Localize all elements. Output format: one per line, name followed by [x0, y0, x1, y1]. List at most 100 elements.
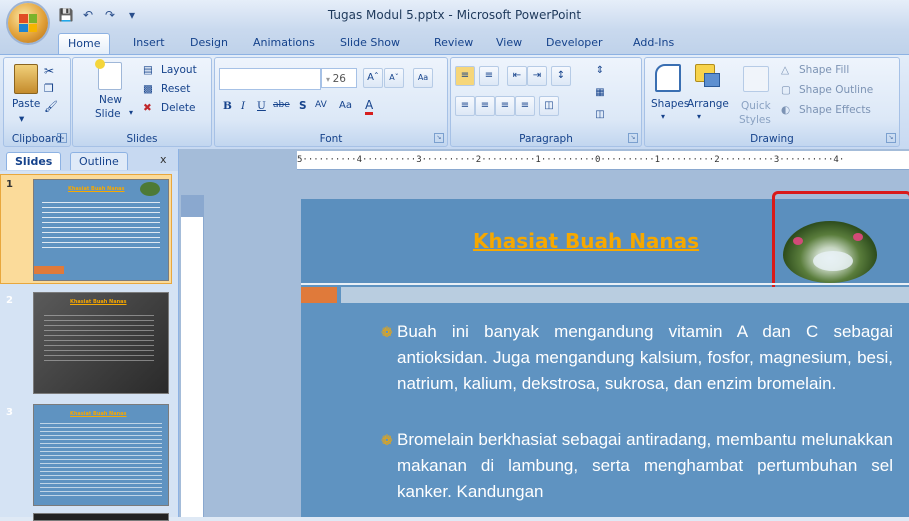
- slide-title[interactable]: Khasiat Buah Nanas: [473, 229, 699, 253]
- quick-styles-label-2[interactable]: Styles: [739, 114, 771, 126]
- columns-icon[interactable]: ◫: [539, 96, 559, 116]
- vertical-ruler-margin: [181, 195, 203, 217]
- decrease-indent-icon[interactable]: ⇤: [507, 66, 527, 86]
- paragraph-launcher-icon[interactable]: ↘: [628, 133, 638, 143]
- strikethrough-button[interactable]: abe: [273, 100, 290, 110]
- image-highlight-box: [772, 191, 909, 294]
- pane-tabs: Slides Outline x: [0, 149, 178, 171]
- align-text-icon[interactable]: ▦: [591, 84, 609, 102]
- thumb-text-lines: [44, 315, 154, 365]
- copy-icon[interactable]: ❐: [44, 82, 54, 95]
- font-launcher-icon[interactable]: ↘: [434, 133, 444, 143]
- numbering-icon[interactable]: ≡: [479, 66, 499, 86]
- tab-review[interactable]: Review: [434, 36, 473, 49]
- new-slide-label[interactable]: New: [99, 94, 122, 106]
- tab-slide-show[interactable]: Slide Show: [340, 36, 400, 49]
- paste-dropdown-icon[interactable]: ▾: [19, 113, 24, 125]
- delete-icon[interactable]: ✖: [143, 102, 152, 114]
- bold-button[interactable]: B: [223, 100, 232, 112]
- thumb-text-lines: [42, 202, 160, 250]
- layout-icon[interactable]: ▤: [143, 64, 153, 76]
- reset-button[interactable]: Reset: [161, 83, 190, 95]
- slide-light-bar: [341, 287, 909, 303]
- slide-thumbnail-2[interactable]: Khasiat Buah Nanas: [33, 292, 169, 394]
- cut-icon[interactable]: ✂: [44, 64, 54, 78]
- shape-effects-icon[interactable]: ◐: [781, 104, 790, 116]
- bullet-icon: ❁: [381, 433, 393, 449]
- italic-button[interactable]: I: [241, 100, 245, 112]
- new-slide-icon[interactable]: [95, 59, 122, 90]
- arrange-dropdown-icon[interactable]: ▾: [697, 112, 701, 121]
- increase-indent-icon[interactable]: ⇥: [527, 66, 547, 86]
- layout-button[interactable]: Layout: [161, 64, 197, 76]
- shadow-button[interactable]: S: [299, 100, 307, 112]
- new-slide-star-icon: [95, 59, 105, 69]
- slide-thumbnail-4[interactable]: [33, 513, 169, 521]
- shapes-icon[interactable]: [655, 64, 681, 92]
- arrange-button[interactable]: Arrange: [687, 98, 729, 110]
- grow-font-button[interactable]: Aˆ: [363, 68, 383, 88]
- text-direction-icon[interactable]: ⇕: [591, 62, 609, 80]
- tab-slides[interactable]: Slides: [6, 152, 62, 170]
- shapes-dropdown-icon[interactable]: ▾: [661, 112, 665, 121]
- office-button[interactable]: [8, 3, 48, 43]
- thumb-title: Khasiat Buah Nanas: [70, 411, 127, 417]
- font-name-field[interactable]: [219, 68, 321, 90]
- slide-canvas[interactable]: Khasiat Buah Nanas ❁ Buah ini banyak men…: [301, 191, 909, 517]
- drawing-launcher-icon[interactable]: ↘: [886, 133, 896, 143]
- tab-add-ins[interactable]: Add-Ins: [633, 36, 674, 49]
- shapes-button[interactable]: Shapes: [651, 98, 689, 110]
- arrange-back-shape-icon: [704, 73, 720, 87]
- thumb-text-lines: [40, 423, 162, 497]
- underline-button[interactable]: U: [257, 100, 266, 112]
- shape-fill-icon[interactable]: △: [781, 64, 789, 76]
- bullets-icon[interactable]: ≡: [455, 66, 475, 86]
- new-slide-dropdown-icon[interactable]: ▾: [129, 108, 133, 117]
- shape-outline-icon[interactable]: ▢: [781, 84, 791, 96]
- slides-group: New Slide ▾ ▤ Layout ▩ Reset ✖ Delete Sl…: [72, 57, 212, 147]
- shape-outline-button[interactable]: Shape Outline: [799, 84, 873, 96]
- font-size-field[interactable]: ▾ 26: [321, 68, 357, 88]
- tab-home[interactable]: Home: [58, 33, 111, 55]
- tab-animations[interactable]: Animations: [253, 36, 315, 49]
- drawing-group-label: Drawing: [750, 133, 794, 145]
- thumb-title: Khasiat Buah Nanas: [68, 186, 125, 192]
- paragraph-group: ≡ ≡ ⇤ ⇥ ↕ ⇕ ▦ ◫ ≡ ≡ ≡ ≡ ◫ Paragraph ↘: [450, 57, 642, 147]
- quick-styles-label[interactable]: Quick: [741, 100, 771, 112]
- bullet-text-2[interactable]: Bromelain berkhasiat sebagai antiradang,…: [397, 427, 893, 505]
- ribbon-tabs: Home Insert Design Animations Slide Show…: [0, 30, 909, 55]
- tab-insert[interactable]: Insert: [133, 36, 165, 49]
- thumb-number: 3: [6, 407, 13, 418]
- font-color-button[interactable]: A: [365, 98, 374, 115]
- align-left-icon[interactable]: ≡: [455, 96, 475, 116]
- delete-button[interactable]: Delete: [161, 102, 196, 114]
- slides-pane: Slides Outline x 1 Khasiat Buah Nanas 2 …: [0, 149, 179, 521]
- reset-icon[interactable]: ▩: [143, 83, 153, 95]
- tab-view[interactable]: View: [496, 36, 522, 49]
- change-case-button[interactable]: Aa: [339, 100, 352, 111]
- tab-developer[interactable]: Developer: [546, 36, 603, 49]
- paste-icon[interactable]: [14, 64, 38, 94]
- smartart-icon[interactable]: ◫: [591, 106, 609, 124]
- line-spacing-icon[interactable]: ↕: [551, 66, 571, 86]
- shape-effects-button[interactable]: Shape Effects: [799, 104, 871, 116]
- new-slide-label-2[interactable]: Slide: [95, 108, 121, 120]
- paste-button[interactable]: Paste: [12, 98, 40, 110]
- slide-thumbnail-1[interactable]: Khasiat Buah Nanas: [33, 179, 169, 281]
- shrink-font-button[interactable]: Aˇ: [384, 68, 404, 88]
- tab-design[interactable]: Design: [190, 36, 228, 49]
- close-pane-icon[interactable]: x: [160, 153, 167, 166]
- slide-thumbnail-3[interactable]: Khasiat Buah Nanas: [33, 404, 169, 506]
- justify-icon[interactable]: ≡: [515, 96, 535, 116]
- quick-styles-icon[interactable]: [743, 66, 769, 92]
- clear-formatting-icon[interactable]: Aa: [413, 68, 433, 88]
- align-center-icon[interactable]: ≡: [475, 96, 495, 116]
- shape-fill-button[interactable]: Shape Fill: [799, 64, 849, 76]
- character-spacing-button[interactable]: AV: [315, 100, 327, 110]
- bullet-text-1[interactable]: Buah ini banyak mengandung vitamin A dan…: [397, 319, 893, 397]
- tab-outline[interactable]: Outline: [70, 152, 128, 170]
- format-painter-icon[interactable]: 🖌: [44, 100, 58, 113]
- align-right-icon[interactable]: ≡: [495, 96, 515, 116]
- arrange-icon[interactable]: [695, 64, 720, 87]
- clipboard-launcher-icon[interactable]: ↘: [57, 133, 67, 143]
